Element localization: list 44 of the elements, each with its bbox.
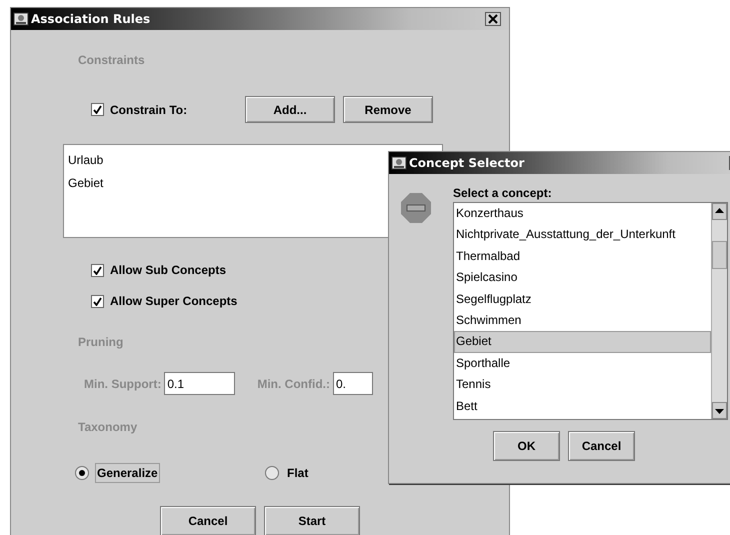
stop-sign-icon: [400, 192, 432, 224]
list-item[interactable]: Tennis: [454, 374, 711, 396]
input-field[interactable]: 0.1: [164, 372, 236, 395]
input-field[interactable]: 0.: [332, 372, 373, 395]
list-item[interactable]: Sporthalle: [454, 352, 711, 374]
checkbox-label: Allow Super Concepts: [110, 294, 238, 308]
app-icon: [13, 11, 29, 27]
window-title: Concept Selector: [409, 156, 524, 170]
field-label: Min. Support:: [84, 376, 162, 390]
checkbox[interactable]: [91, 294, 104, 308]
dialog-button[interactable]: Cancel: [568, 431, 635, 461]
section-heading: Taxonomy: [78, 419, 138, 435]
list-item[interactable]: Thermalbad: [454, 246, 711, 268]
section-heading: Pruning: [78, 334, 124, 350]
checkbox-label: Allow Sub Concepts: [110, 263, 226, 277]
checkbox[interactable]: [91, 264, 104, 276]
radio-label: Flat: [286, 465, 310, 482]
app-icon: [391, 155, 407, 171]
checkbox[interactable]: [91, 103, 104, 116]
list-item[interactable]: Bett: [454, 396, 711, 417]
list-item[interactable]: Konzerthaus: [454, 203, 711, 224]
checkbox-label: Constrain To:: [110, 102, 188, 116]
dialog-button[interactable]: OK: [493, 431, 560, 461]
scrollbar[interactable]: [711, 203, 727, 419]
prompt-label: Select a concept:: [453, 185, 553, 202]
field-label: Min. Confid.:: [257, 376, 330, 390]
list-item[interactable]: Segelflugplatz: [454, 288, 711, 310]
list-item[interactable]: Nichtprivate_Ausstattung_der_Unterkunft: [454, 224, 711, 246]
dialog-button[interactable]: Start: [264, 506, 360, 535]
list-item[interactable]: Spielcasino: [454, 267, 711, 289]
close-icon[interactable]: [485, 12, 501, 26]
radio-button[interactable]: [75, 466, 89, 480]
list-item[interactable]: Gebiet: [454, 331, 711, 353]
radio-label: Generalize: [95, 463, 160, 483]
window-title: Association Rules: [31, 12, 150, 26]
dialog-button[interactable]: Cancel: [160, 506, 256, 535]
action-button[interactable]: Remove: [343, 96, 433, 123]
scroll-down-icon[interactable]: [712, 402, 727, 419]
scroll-thumb[interactable]: [712, 241, 727, 269]
scroll-up-icon[interactable]: [712, 203, 727, 220]
radio-button[interactable]: [265, 466, 279, 480]
action-button[interactable]: Add...: [245, 96, 335, 123]
list-item[interactable]: Schwimmen: [454, 310, 711, 332]
section-heading: Constraints: [78, 52, 145, 68]
